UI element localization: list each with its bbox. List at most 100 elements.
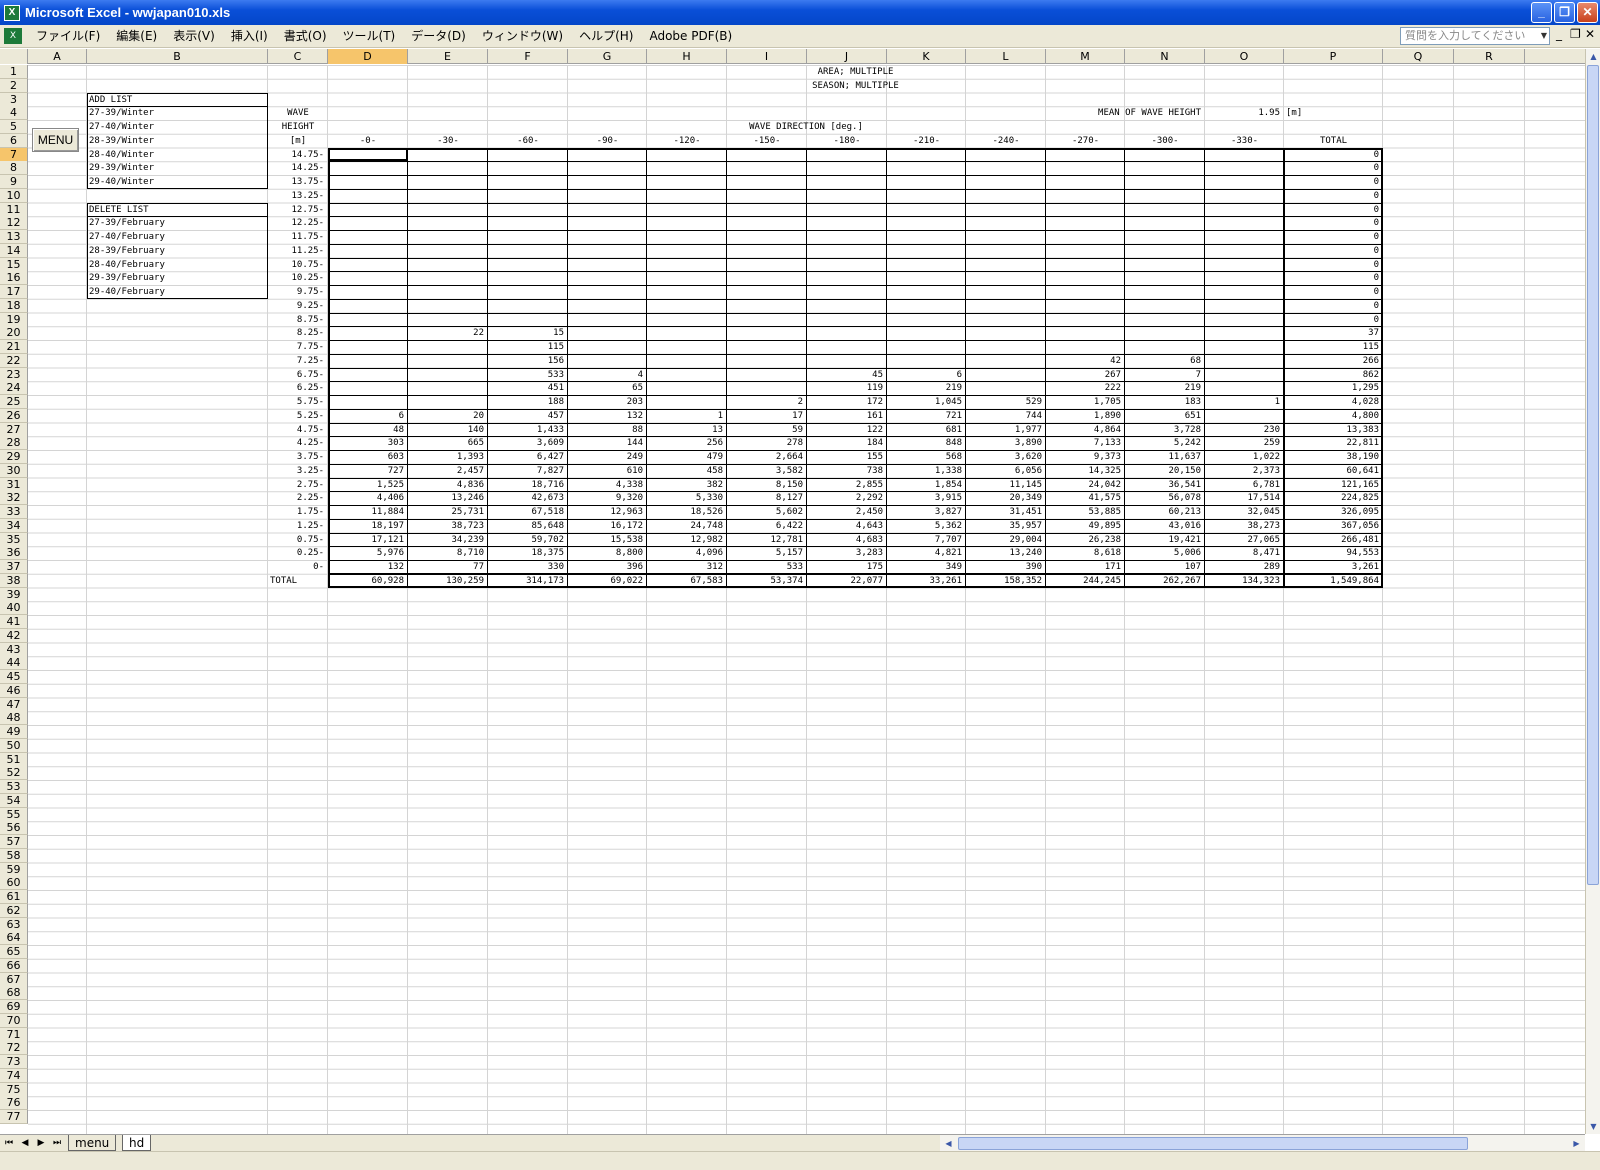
- column-header-e[interactable]: E: [408, 49, 488, 64]
- column-header-n[interactable]: N: [1125, 49, 1205, 64]
- row-header[interactable]: 38: [0, 573, 28, 588]
- row-header[interactable]: 7: [0, 147, 28, 162]
- row-header[interactable]: 67: [0, 972, 28, 987]
- row-header[interactable]: 32: [0, 491, 28, 506]
- menu-item[interactable]: 書式(O): [276, 26, 335, 47]
- row-header[interactable]: 49: [0, 725, 28, 739]
- row-header[interactable]: 27: [0, 422, 28, 437]
- row-header[interactable]: 6: [0, 133, 28, 148]
- row-header[interactable]: 64: [0, 931, 28, 946]
- column-header-c[interactable]: C: [268, 49, 328, 64]
- minimize-button[interactable]: _: [1531, 2, 1552, 23]
- row-header[interactable]: 18: [0, 298, 28, 313]
- column-header-j[interactable]: J: [807, 49, 887, 64]
- row-header[interactable]: 5: [0, 120, 28, 134]
- row-header[interactable]: 40: [0, 601, 28, 616]
- row-header[interactable]: 23: [0, 367, 28, 382]
- column-header-m[interactable]: M: [1046, 49, 1125, 64]
- row-header[interactable]: 65: [0, 945, 28, 959]
- row-header[interactable]: 73: [0, 1055, 28, 1069]
- scroll-down-icon[interactable]: ▼: [1587, 1120, 1600, 1133]
- column-header-i[interactable]: I: [727, 49, 807, 64]
- scroll-left-icon[interactable]: ◀: [942, 1137, 955, 1150]
- selected-cell[interactable]: [328, 147, 408, 162]
- row-header[interactable]: 16: [0, 271, 28, 286]
- row-header[interactable]: 46: [0, 683, 28, 698]
- row-header[interactable]: 70: [0, 1013, 28, 1028]
- row-header[interactable]: 2: [0, 78, 28, 93]
- row-header[interactable]: 36: [0, 546, 28, 561]
- next-sheet-icon[interactable]: ▶: [34, 1136, 48, 1150]
- row-header[interactable]: 26: [0, 408, 28, 423]
- column-header-f[interactable]: F: [488, 49, 568, 64]
- scroll-right-icon[interactable]: ▶: [1570, 1137, 1583, 1150]
- row-header[interactable]: 19: [0, 312, 28, 327]
- row-header[interactable]: 39: [0, 587, 28, 602]
- first-sheet-icon[interactable]: ⏮: [2, 1136, 16, 1150]
- row-header[interactable]: 37: [0, 560, 28, 574]
- row-header[interactable]: 60: [0, 876, 28, 891]
- row-header[interactable]: 29: [0, 450, 28, 464]
- menu-item[interactable]: ファイル(F): [28, 26, 108, 47]
- column-header-d[interactable]: D: [328, 49, 408, 64]
- row-header[interactable]: 34: [0, 518, 28, 533]
- row-header[interactable]: 41: [0, 615, 28, 629]
- menu-button[interactable]: MENU: [32, 128, 79, 152]
- column-header-a[interactable]: A: [28, 49, 87, 64]
- row-header[interactable]: 4: [0, 106, 28, 121]
- row-header[interactable]: 42: [0, 628, 28, 643]
- menu-item[interactable]: データ(D): [403, 26, 474, 47]
- row-header[interactable]: 62: [0, 903, 28, 918]
- spreadsheet-grid[interactable]: ABCDEFGHIJKLMNOPQR 1 2 3 4 5 6 7 8 9 10 11 12 13 14 15…: [0, 49, 1585, 1134]
- row-header[interactable]: 58: [0, 848, 28, 863]
- row-header[interactable]: 68: [0, 986, 28, 1001]
- row-header[interactable]: 71: [0, 1027, 28, 1042]
- column-header-q[interactable]: Q: [1383, 49, 1454, 64]
- sheet-tab-menu[interactable]: menu: [68, 1135, 117, 1151]
- column-header-o[interactable]: O: [1205, 49, 1284, 64]
- cell-area[interactable]: AREA; MULTIPLE SEASON; MULTIPLE WAVE HEIGHT…: [28, 65, 1585, 1134]
- menu-item[interactable]: Adobe PDF(B): [641, 26, 740, 47]
- row-header[interactable]: 11: [0, 202, 28, 217]
- row-header[interactable]: 15: [0, 257, 28, 272]
- column-header-g[interactable]: G: [568, 49, 647, 64]
- column-header-h[interactable]: H: [647, 49, 727, 64]
- menu-item[interactable]: ツール(T): [335, 26, 404, 47]
- row-header[interactable]: 72: [0, 1041, 28, 1056]
- row-header[interactable]: 13: [0, 230, 28, 244]
- row-header[interactable]: 52: [0, 766, 28, 781]
- row-header[interactable]: 28: [0, 436, 28, 451]
- row-header[interactable]: 44: [0, 656, 28, 671]
- row-header[interactable]: 63: [0, 917, 28, 932]
- row-header[interactable]: 55: [0, 807, 28, 822]
- menu-item[interactable]: 表示(V): [165, 26, 223, 47]
- doc-minimize-icon[interactable]: _: [1556, 27, 1562, 41]
- row-header[interactable]: 43: [0, 642, 28, 657]
- row-header[interactable]: 1: [0, 65, 28, 79]
- help-search-input[interactable]: 質問を入力してください ▼: [1400, 27, 1550, 45]
- dropdown-arrow-icon[interactable]: ▼: [1541, 28, 1547, 44]
- row-header[interactable]: 3: [0, 92, 28, 107]
- row-header[interactable]: 53: [0, 780, 28, 794]
- row-header[interactable]: 14: [0, 243, 28, 258]
- workbook-icon[interactable]: X: [4, 28, 22, 44]
- row-header[interactable]: 48: [0, 711, 28, 726]
- row-header[interactable]: 57: [0, 835, 28, 849]
- row-header[interactable]: 25: [0, 395, 28, 409]
- row-header[interactable]: 74: [0, 1068, 28, 1083]
- doc-close-icon[interactable]: ✕: [1585, 27, 1595, 41]
- row-header[interactable]: 45: [0, 670, 28, 684]
- row-header[interactable]: 12: [0, 216, 28, 231]
- row-header[interactable]: 77: [0, 1110, 28, 1124]
- column-header-p[interactable]: P: [1284, 49, 1383, 64]
- horizontal-scrollbar[interactable]: ◀ ▶: [940, 1134, 1585, 1151]
- row-header[interactable]: 54: [0, 793, 28, 808]
- menu-item[interactable]: ウィンドウ(W): [474, 26, 571, 47]
- row-header[interactable]: 10: [0, 188, 28, 203]
- row-header[interactable]: 21: [0, 340, 28, 354]
- row-header[interactable]: 50: [0, 738, 28, 753]
- row-header[interactable]: 69: [0, 1000, 28, 1014]
- row-header[interactable]: 35: [0, 532, 28, 547]
- column-header-k[interactable]: K: [887, 49, 966, 64]
- row-header[interactable]: 30: [0, 463, 28, 478]
